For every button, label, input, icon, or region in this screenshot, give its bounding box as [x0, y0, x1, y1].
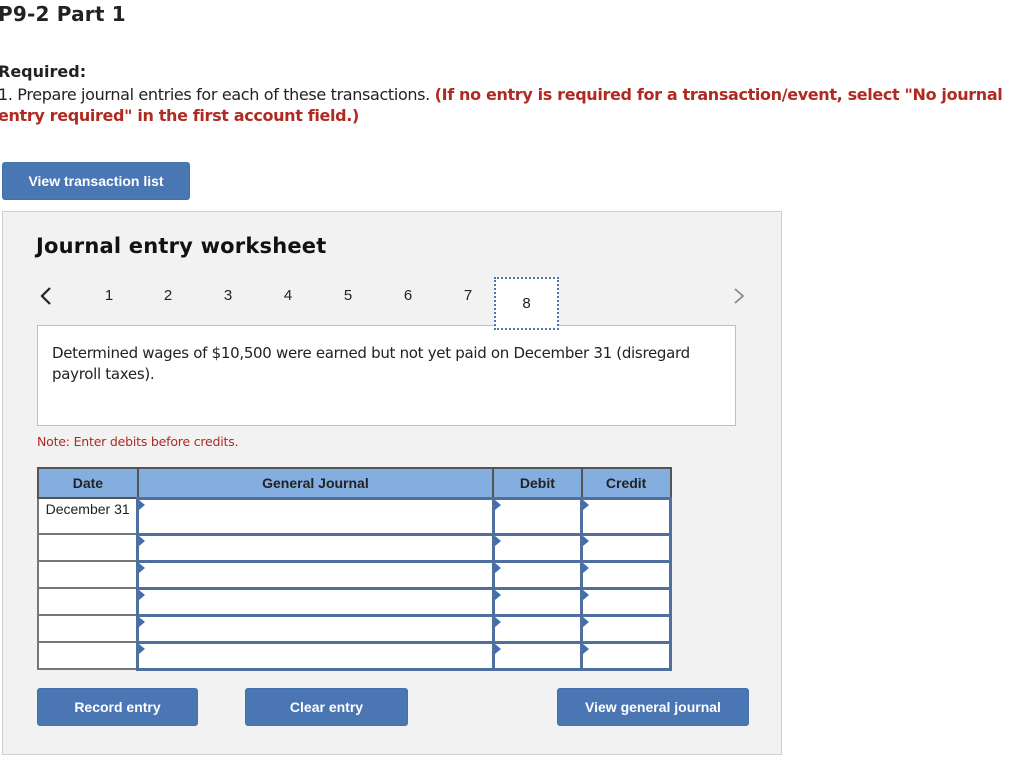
page-8-active[interactable]: 8 — [494, 277, 559, 330]
debit-cell[interactable] — [491, 559, 584, 590]
debit-credit-note: Note: Enter debits before credits. — [37, 434, 239, 449]
page-1[interactable]: 1 — [94, 287, 124, 304]
page-7[interactable]: 7 — [453, 287, 483, 304]
header-credit: Credit — [580, 467, 672, 499]
table-row: December 31 — [37, 496, 672, 536]
account-cell[interactable] — [136, 496, 495, 536]
debit-cell[interactable] — [491, 586, 584, 617]
credit-input[interactable] — [583, 535, 669, 560]
date-cell — [37, 641, 139, 670]
table-row — [37, 586, 672, 617]
credit-cell[interactable] — [580, 640, 672, 671]
header-date: Date — [37, 467, 139, 499]
date-cell — [37, 614, 139, 643]
debit-cell[interactable] — [491, 613, 584, 644]
account-cell[interactable] — [136, 613, 495, 644]
instructions: 1. Prepare journal entries for each of t… — [0, 84, 1024, 126]
page-5[interactable]: 5 — [333, 287, 363, 304]
credit-input[interactable] — [583, 562, 669, 587]
worksheet-title: Journal entry worksheet — [36, 234, 327, 258]
debit-cell[interactable] — [491, 532, 584, 563]
table-row — [37, 559, 672, 590]
date-cell — [37, 560, 139, 589]
credit-cell[interactable] — [580, 613, 672, 644]
table-row — [37, 640, 672, 671]
account-cell[interactable] — [136, 532, 495, 563]
transaction-description: Determined wages of $10,500 were earned … — [37, 325, 736, 426]
date-cell: December 31 — [37, 497, 139, 535]
view-transaction-list-button[interactable]: View transaction list — [2, 162, 190, 200]
credit-cell[interactable] — [580, 496, 672, 536]
debit-input[interactable] — [494, 589, 581, 614]
account-input[interactable] — [139, 643, 492, 668]
debit-input[interactable] — [494, 562, 581, 587]
header-general-journal: General Journal — [136, 467, 495, 499]
account-input[interactable] — [139, 562, 492, 587]
journal-table: Date General Journal Debit Credit Decemb… — [37, 467, 672, 671]
page-4[interactable]: 4 — [273, 287, 303, 304]
page-2[interactable]: 2 — [153, 287, 183, 304]
credit-cell[interactable] — [580, 586, 672, 617]
credit-input[interactable] — [583, 643, 669, 668]
chevron-right-icon[interactable] — [731, 284, 747, 308]
account-cell[interactable] — [136, 559, 495, 590]
credit-cell[interactable] — [580, 532, 672, 563]
account-input[interactable] — [139, 589, 492, 614]
page-title: P9-2 Part 1 — [0, 2, 126, 26]
account-input[interactable] — [139, 499, 492, 533]
account-cell[interactable] — [136, 640, 495, 671]
debit-cell[interactable] — [491, 640, 584, 671]
debit-input[interactable] — [494, 499, 581, 533]
record-entry-button[interactable]: Record entry — [37, 688, 198, 726]
credit-cell[interactable] — [580, 559, 672, 590]
chevron-left-icon[interactable] — [38, 284, 54, 308]
view-general-journal-button[interactable]: View general journal — [557, 688, 749, 726]
credit-input[interactable] — [583, 589, 669, 614]
account-cell[interactable] — [136, 586, 495, 617]
debit-input[interactable] — [494, 643, 581, 668]
page-3[interactable]: 3 — [213, 287, 243, 304]
page-6[interactable]: 6 — [393, 287, 423, 304]
debit-cell[interactable] — [491, 496, 584, 536]
account-input[interactable] — [139, 535, 492, 560]
table-row — [37, 532, 672, 563]
required-label: Required: — [0, 62, 87, 81]
debit-input[interactable] — [494, 535, 581, 560]
date-cell — [37, 587, 139, 616]
credit-input[interactable] — [583, 499, 669, 533]
date-cell — [37, 533, 139, 562]
credit-input[interactable] — [583, 616, 669, 641]
header-debit: Debit — [492, 467, 583, 499]
instruction-text: 1. Prepare journal entries for each of t… — [0, 85, 435, 104]
table-row — [37, 613, 672, 644]
account-input[interactable] — [139, 616, 492, 641]
debit-input[interactable] — [494, 616, 581, 641]
clear-entry-button[interactable]: Clear entry — [245, 688, 408, 726]
table-header-row: Date General Journal Debit Credit — [37, 467, 672, 499]
